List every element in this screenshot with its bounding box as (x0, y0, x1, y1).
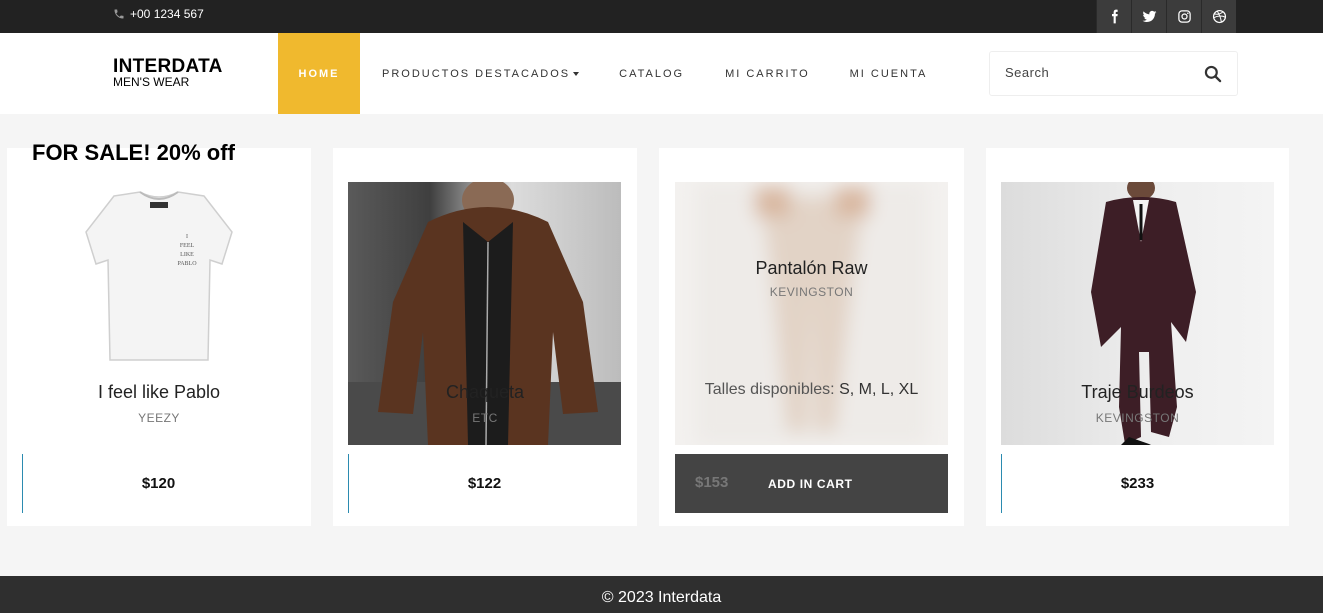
product-image[interactable] (1001, 182, 1274, 445)
svg-text:LIKE: LIKE (180, 252, 194, 258)
product-brand: ETC (472, 411, 498, 425)
product-price: $153 (695, 474, 729, 491)
product-brand: KEVINGSTON (769, 285, 854, 299)
jacket-image (348, 182, 621, 445)
suit-image (1091, 182, 1196, 445)
dribbble-icon[interactable] (1201, 0, 1236, 33)
product-title[interactable]: Traje Burdeos (986, 382, 1289, 403)
main-nav: HOME PRODUCTOS DESTACADOS CATALOG MI CAR… (278, 33, 927, 114)
brand-name: INTERDATA (113, 56, 223, 77)
svg-text:I: I (186, 234, 188, 240)
facebook-icon[interactable] (1096, 0, 1131, 33)
social-links (1096, 0, 1236, 33)
product-brand: KEVINGSTON (1095, 411, 1180, 425)
product-card[interactable]: Chaqueta ETC $122 (333, 148, 637, 526)
search-box (989, 51, 1238, 96)
product-price: $233 (1120, 475, 1155, 492)
available-sizes: Talles disponibles: S, M, L, XL (659, 381, 964, 399)
product-title[interactable]: I feel like Pablo (7, 382, 311, 403)
product-card[interactable]: Pantalón Raw KEVINGSTON Talles disponibl… (659, 148, 964, 526)
site-footer: © 2023 Interdata (0, 576, 1323, 613)
search-icon[interactable] (1203, 64, 1223, 84)
nav-item-productos-destacados[interactable]: PRODUCTOS DESTACADOS (382, 33, 580, 114)
phone-number: +00 1234 567 (130, 7, 204, 21)
site-header: INTERDATA MEN'S WEAR HOME PRODUCTOS DEST… (0, 33, 1323, 114)
nav-item-mi-cuenta[interactable]: MI CUENTA (850, 33, 928, 114)
nav-item-home[interactable]: HOME (278, 33, 360, 114)
product-title[interactable]: Pantalón Raw (659, 258, 964, 279)
product-card[interactable]: FOR SALE! 20% off I FEEL LIKE PABLO I fe… (7, 140, 311, 526)
nav-item-mi-carrito[interactable]: MI CARRITO (725, 33, 810, 114)
product-price: $122 (467, 475, 502, 492)
product-image[interactable] (348, 182, 621, 445)
product-image[interactable]: I FEEL LIKE PABLO (22, 182, 295, 445)
tshirt-image: I FEEL LIKE PABLO (85, 191, 233, 361)
brand-tagline: MEN'S WEAR (113, 75, 190, 89)
svg-text:FEEL: FEEL (180, 243, 195, 249)
copyright-text: © 2023 Interdata (601, 589, 722, 606)
product-price: $120 (141, 475, 176, 492)
twitter-icon[interactable] (1131, 0, 1166, 33)
sale-badge: FOR SALE! 20% off (32, 140, 235, 165)
product-card[interactable]: Traje Burdeos KEVINGSTON $233 (986, 148, 1289, 526)
trousers-image (695, 182, 928, 445)
search-input[interactable] (1005, 65, 1195, 80)
caret-down-icon (573, 71, 580, 76)
phone-icon (114, 9, 124, 19)
top-bar: +00 1234 567 (0, 0, 1323, 33)
nav-item-label: PRODUCTOS DESTACADOS (382, 67, 571, 80)
product-brand: YEEZY (138, 411, 180, 425)
phone-contact[interactable]: +00 1234 567 (113, 7, 204, 21)
product-image[interactable] (675, 182, 948, 445)
brand-logo[interactable]: INTERDATA MEN'S WEAR (113, 56, 223, 89)
add-to-cart-button[interactable]: ADD IN CART (768, 477, 853, 491)
cart-bar: $153 ADD IN CART (675, 454, 948, 513)
svg-text:PABLO: PABLO (177, 261, 197, 267)
nav-item-catalog[interactable]: CATALOG (619, 33, 684, 114)
product-title[interactable]: Chaqueta (333, 382, 637, 403)
sizes-value: S, M, L, XL (839, 381, 919, 398)
instagram-icon[interactable] (1166, 0, 1201, 33)
sizes-label: Talles disponibles: (704, 381, 835, 398)
